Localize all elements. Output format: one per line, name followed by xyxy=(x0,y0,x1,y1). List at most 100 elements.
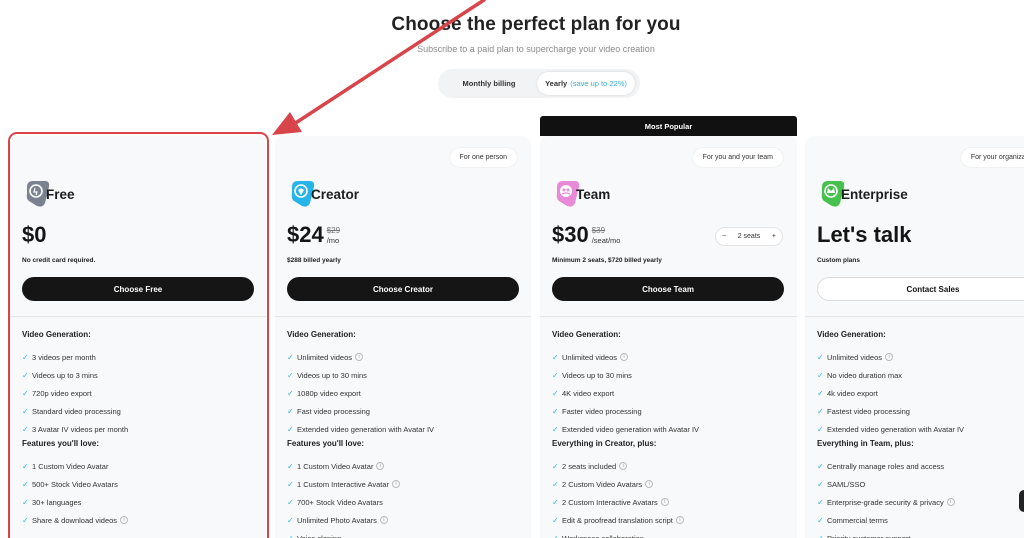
increase-seats-button[interactable]: + xyxy=(772,233,776,240)
feature-item: ✓ 1 Custom Video Avatar i xyxy=(287,457,519,475)
seat-stepper: − 2 seats + xyxy=(715,227,783,246)
check-icon: ✓ xyxy=(817,515,824,525)
feature-text: Workspace collaboration xyxy=(562,533,644,538)
plan-name: Creator xyxy=(311,186,360,202)
feature-text: Faster video processing xyxy=(562,406,642,416)
page-title: Choose the perfect plan for you xyxy=(391,14,681,35)
feature-text: Unlimited videos xyxy=(827,352,883,362)
check-icon: ✓ xyxy=(287,515,294,525)
feature-item: ✓ Unlimited videos i xyxy=(817,348,1024,366)
audience-badge: For your organization xyxy=(960,148,1024,167)
feature-item: ✓ 2 seats included i xyxy=(552,457,784,475)
check-icon: ✓ xyxy=(817,479,824,489)
info-icon[interactable]: i xyxy=(379,516,388,524)
info-icon[interactable]: i xyxy=(675,516,684,524)
feature-text: Enterprise-grade security & privacy xyxy=(827,497,944,507)
creator-plan-card: For one person Creator $24 $29 /mo $288 … xyxy=(275,136,531,538)
feature-text: 4K video export xyxy=(562,388,615,398)
price-row: Let's talk xyxy=(817,222,912,248)
check-icon: ✓ xyxy=(817,388,824,398)
feature-item: ✓ Faster video processing xyxy=(552,402,784,420)
free-plan-highlight xyxy=(8,132,269,538)
info-icon[interactable]: i xyxy=(355,353,364,361)
feature-section-title: Everything in Team, plus: xyxy=(817,439,914,448)
feature-item: ✓ Fastest video processing xyxy=(817,402,1024,420)
feature-item: ✓ Priority customer support xyxy=(817,529,1024,538)
check-icon: ✓ xyxy=(287,533,294,538)
feature-item: ✓ 2 Custom Video Avatars i xyxy=(552,475,784,493)
feature-item: ✓ SAML/SSO xyxy=(817,475,1024,493)
feature-text: Unlimited videos xyxy=(297,352,353,362)
feature-text: Fastest video processing xyxy=(827,406,910,416)
plan-header: Creator xyxy=(287,178,359,210)
feature-item: ✓ Fast video processing xyxy=(287,402,519,420)
check-icon: ✓ xyxy=(552,406,559,416)
enterprise-cta-button[interactable]: Contact Sales xyxy=(817,277,1024,301)
feature-item: ✓ 4K video export xyxy=(552,384,784,402)
info-icon[interactable]: i xyxy=(392,480,400,488)
feature-text: 2 seats included xyxy=(562,461,617,471)
info-icon[interactable]: i xyxy=(376,462,385,470)
check-icon: ✓ xyxy=(287,461,294,471)
plan-price: Let's talk xyxy=(817,222,912,247)
team-plan-card: For you and your team Team $30 $39 /seat… xyxy=(540,136,797,538)
plan-header: Enterprise xyxy=(817,178,908,210)
feature-item: ✓ Edit & proofread translation script i xyxy=(552,511,784,529)
feature-item: ✓ 1080p video export xyxy=(287,384,519,402)
info-icon[interactable]: i xyxy=(946,498,955,506)
check-icon: ✓ xyxy=(552,352,559,362)
price-note: Custom plans xyxy=(817,257,860,264)
card-divider xyxy=(540,316,797,317)
feature-item: ✓ 1 Custom Interactive Avatar i xyxy=(287,475,519,493)
feature-text: Commercial terms xyxy=(827,515,888,525)
feature-section-title: Video Generation: xyxy=(817,330,886,339)
yearly-billing-option[interactable]: Yearly (save up to 22%) xyxy=(537,72,635,95)
check-icon: ✓ xyxy=(552,533,559,538)
feature-item: ✓ Unlimited videos i xyxy=(552,348,784,366)
info-icon[interactable]: i xyxy=(660,498,669,506)
team-cta-button[interactable]: Choose Team xyxy=(552,277,784,301)
info-icon[interactable]: i xyxy=(620,353,629,361)
info-icon[interactable]: i xyxy=(645,480,654,488)
feature-item: ✓ 700+ Stock Video Avatars xyxy=(287,493,519,511)
feature-text: 700+ Stock Video Avatars xyxy=(297,497,383,507)
feature-text: 1080p video export xyxy=(297,388,361,398)
info-icon[interactable]: i xyxy=(619,462,628,470)
feature-text: 1 Custom Interactive Avatar xyxy=(297,479,389,489)
feature-text: Unlimited Photo Avatars xyxy=(297,515,377,525)
feature-text: Videos up to 30 mins xyxy=(297,370,367,380)
feature-text: Extended video generation with Avatar IV xyxy=(562,424,700,434)
price-unit: /seat/mo xyxy=(591,236,621,245)
feature-item: ✓ Enterprise-grade security & privacy i xyxy=(817,493,1024,511)
monthly-billing-option[interactable]: Monthly billing xyxy=(441,72,537,95)
feature-text: 2 Custom Video Avatars xyxy=(562,479,643,489)
check-icon: ✓ xyxy=(817,497,824,507)
most-popular-banner: Most Popular xyxy=(540,116,797,136)
decrease-seats-button[interactable]: − xyxy=(722,233,726,240)
feature-text: SAML/SSO xyxy=(827,479,866,489)
feature-list: Video Generation: ✓ Unlimited videos i ✓… xyxy=(817,330,1024,538)
check-icon: ✓ xyxy=(552,424,559,434)
info-icon[interactable]: i xyxy=(885,353,894,361)
enterprise-plan-card: For your organization Enterprise Let's t… xyxy=(805,136,1024,538)
plan-price: $24 xyxy=(287,222,324,247)
price-row: $30 $39 /seat/mo xyxy=(552,222,620,248)
plan-price: $30 xyxy=(552,222,589,247)
feature-text: Voice cloning xyxy=(297,533,342,538)
check-icon: ✓ xyxy=(817,370,824,380)
check-icon: ✓ xyxy=(817,461,824,471)
feature-text: Edit & proofread translation script xyxy=(562,515,673,525)
original-price: $39 xyxy=(591,226,606,235)
check-icon: ✓ xyxy=(287,388,294,398)
check-icon: ✓ xyxy=(552,461,559,471)
creator-cta-button[interactable]: Choose Creator xyxy=(287,277,519,301)
card-divider xyxy=(275,316,531,317)
feature-item: ✓ Extended video generation with Avatar … xyxy=(552,420,784,438)
plan-name: Enterprise xyxy=(841,186,908,202)
floating-help-button[interactable] xyxy=(1019,490,1024,512)
price-note: Minimum 2 seats, $720 billed yearly xyxy=(552,257,662,264)
feature-text: Centrally manage roles and access xyxy=(827,461,945,471)
feature-item: ✓ Unlimited videos i xyxy=(287,348,519,366)
price-row: $24 $29 /mo xyxy=(287,222,340,248)
feature-item: ✓ Extended video generation with Avatar … xyxy=(817,420,1024,438)
